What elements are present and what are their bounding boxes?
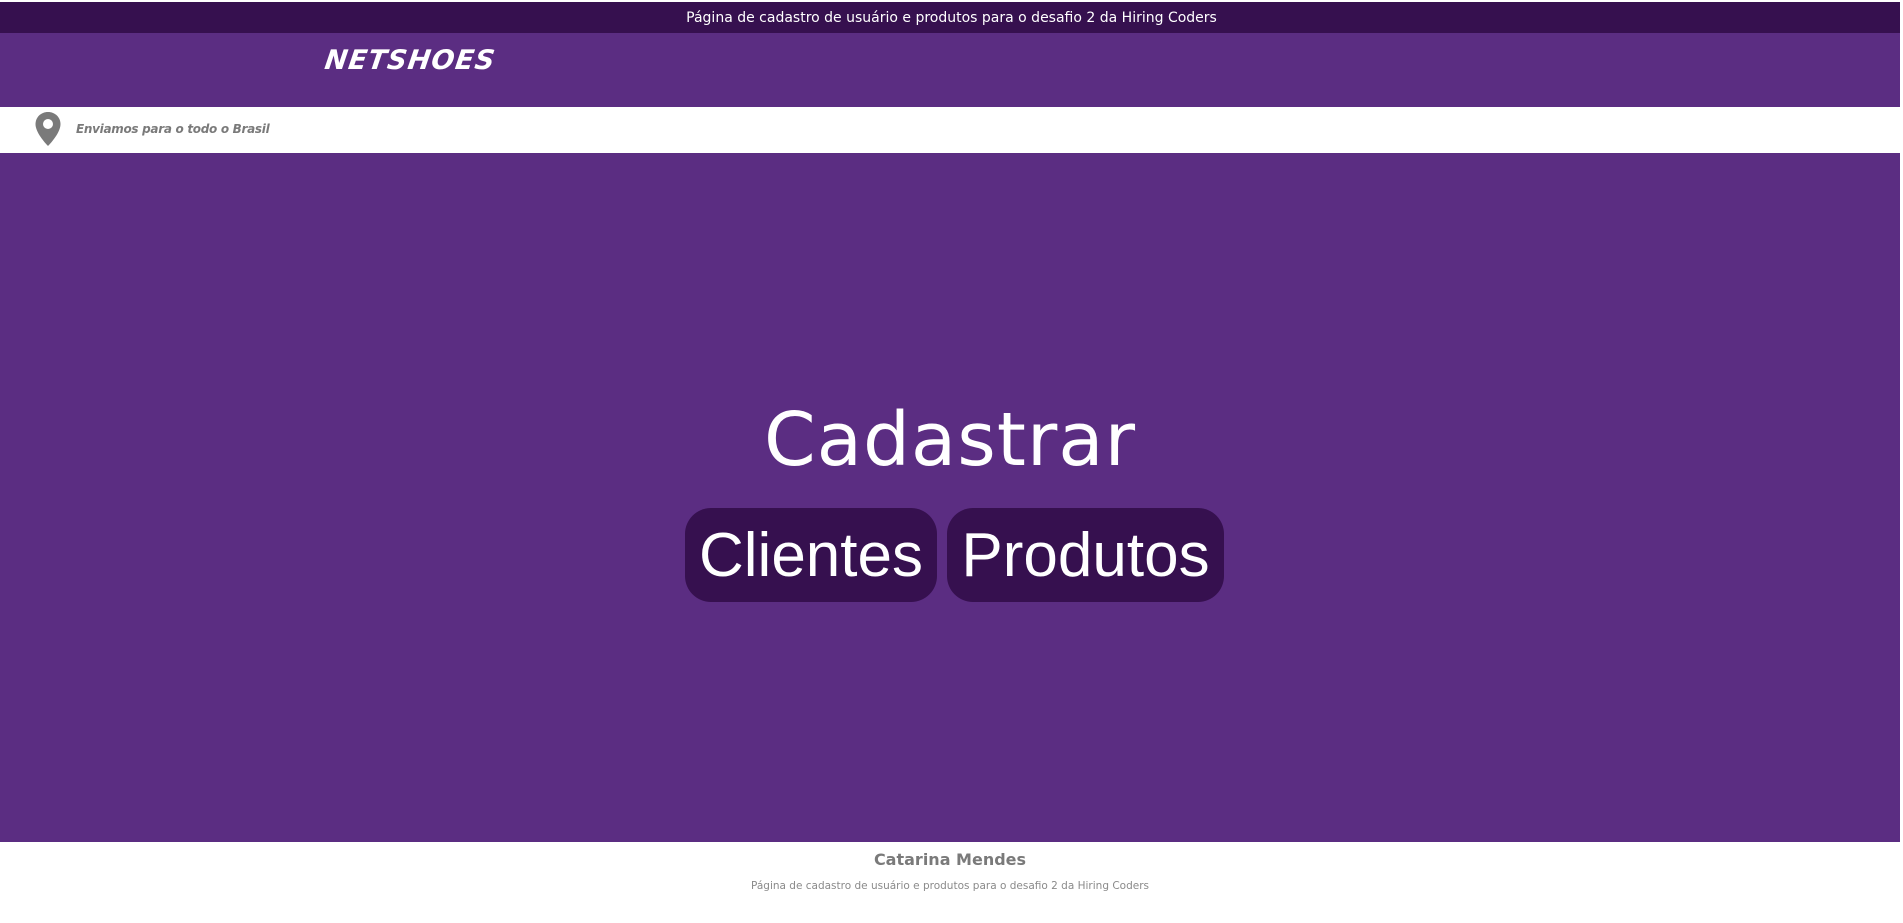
footer-description: Página de cadastro de usuário e produtos… [750,880,1149,892]
location-pin-icon [35,112,61,146]
main-section: Cadastrar Clientes Produtos [0,153,1903,842]
footer-author-name: Catarina Mendes [873,850,1027,869]
top-announcement-text: Página de cadastro de usuário e produtos… [686,9,1217,26]
site-header: NETSHOES [0,33,1903,107]
top-announcement-bar: Página de cadastro de usuário e produtos… [0,2,1903,33]
shipping-info-bar: Enviamos para o todo o Brasil [0,107,1903,153]
page: Página de cadastro de usuário e produtos… [0,0,1903,923]
netshoes-logo[interactable]: NETSHOES [323,45,498,76]
shipping-text: Enviamos para o todo o Brasil [76,122,270,136]
produtos-button[interactable]: Produtos [947,508,1224,602]
page-title: Cadastrar [763,397,1137,483]
site-footer: Catarina Mendes Página de cadastro de us… [0,842,1903,923]
clientes-button[interactable]: Clientes [685,508,937,602]
